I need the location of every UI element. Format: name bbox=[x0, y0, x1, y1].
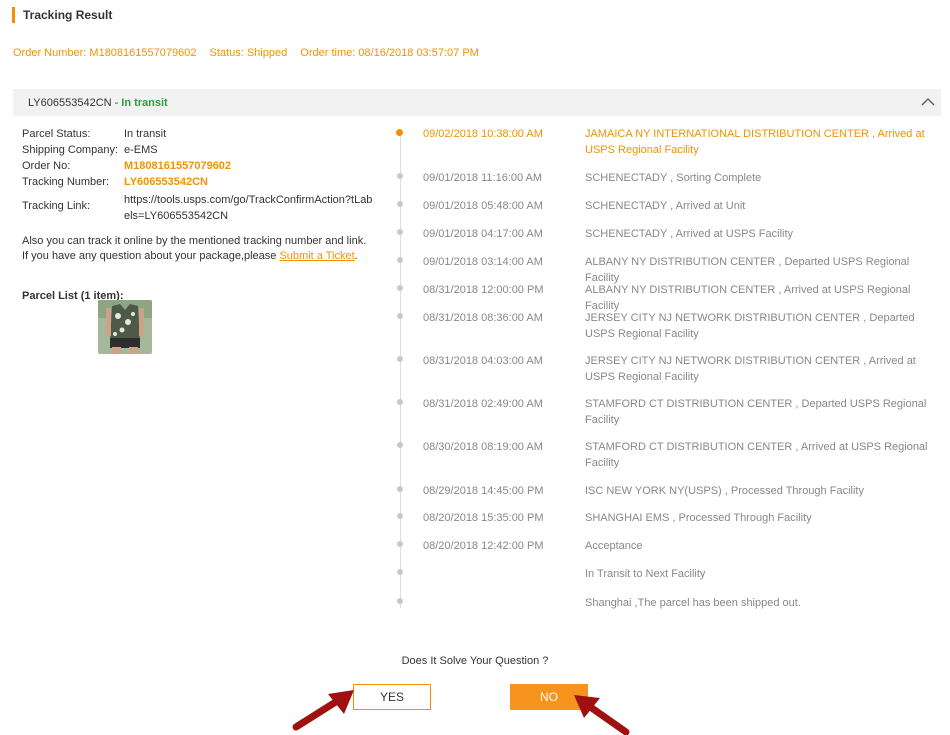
timeline-dot bbox=[397, 229, 403, 235]
event-description: STAMFORD CT DISTRIBUTION CENTER , Arrive… bbox=[585, 441, 928, 469]
order-summary: Order Number: M1808161557079602 Status: … bbox=[13, 47, 489, 59]
event-time: 09/01/2018 04:17:00 AM bbox=[423, 228, 543, 240]
swimsuit-image bbox=[98, 300, 152, 354]
note-line: Also you can track it online by the ment… bbox=[22, 235, 367, 247]
event-time: 08/31/2018 02:49:00 AM bbox=[423, 398, 543, 410]
event-time: 08/29/2018 14:45:00 PM bbox=[423, 485, 544, 497]
timeline-dot bbox=[397, 257, 403, 263]
event-description: Shanghai ,The parcel has been shipped ou… bbox=[585, 597, 801, 609]
event-description: JERSEY CITY NJ NETWORK DISTRIBUTION CENT… bbox=[585, 355, 916, 383]
event-time: 09/01/2018 05:48:00 AM bbox=[423, 200, 543, 212]
timeline-dot bbox=[397, 486, 403, 492]
title-accent-bar bbox=[12, 7, 15, 23]
info-row-tracking-number: Tracking Number: LY606553542CN bbox=[22, 174, 382, 190]
note-line: If you have any question about your pack… bbox=[22, 249, 382, 264]
timeline-dot bbox=[397, 399, 403, 405]
event-time: 09/01/2018 11:16:00 AM bbox=[423, 172, 543, 184]
event-description: SCHENECTADY , Arrived at USPS Facility bbox=[585, 228, 794, 240]
timeline-dot bbox=[397, 541, 403, 547]
order-number: Order Number: M1808161557079602 bbox=[13, 47, 197, 59]
parcel-separator: - bbox=[114, 96, 119, 109]
red-arrow-icon bbox=[292, 690, 354, 731]
parcel-list-title: Parcel List (1 item): bbox=[22, 290, 124, 302]
info-label: Shipping Company: bbox=[22, 144, 119, 156]
event-time: 08/20/2018 15:35:00 PM bbox=[423, 512, 544, 524]
event-description: STAMFORD CT DISTRIBUTION CENTER , Depart… bbox=[585, 398, 927, 426]
info-value: e-EMS bbox=[124, 144, 158, 156]
info-value: In transit bbox=[124, 128, 167, 140]
timeline-dot bbox=[397, 173, 403, 179]
note-end: . bbox=[354, 250, 358, 262]
parcel-info: Parcel Status: In transit Shipping Compa… bbox=[22, 126, 382, 354]
tracking-note: Also you can track it online by the ment… bbox=[22, 234, 382, 264]
page-title-bar: Tracking Result bbox=[12, 7, 112, 23]
note-text: If you have any question about your pack… bbox=[22, 250, 277, 262]
info-row-tracking-link: Tracking Link: https://tools.usps.com/go… bbox=[22, 192, 382, 224]
info-row-parcel-status: Parcel Status: In transit bbox=[22, 126, 382, 142]
parcel-tracking-id: LY606553542CN bbox=[28, 96, 112, 109]
event-time: 08/31/2018 08:36:00 AM bbox=[423, 312, 543, 324]
event-time: 08/20/2018 12:42:00 PM bbox=[423, 540, 544, 552]
event-description: Acceptance bbox=[585, 540, 643, 552]
feedback-question: Does It Solve Your Question ? bbox=[401, 655, 549, 667]
parcel-header[interactable]: LY606553542CN - In transit bbox=[13, 89, 941, 116]
event-time: 09/01/2018 03:14:00 AM bbox=[423, 256, 543, 268]
info-value: M1808161557079602 bbox=[124, 160, 232, 172]
info-row-order-no: Order No: M1808161557079602 bbox=[22, 158, 382, 174]
event-description: In Transit to Next Facility bbox=[585, 568, 706, 580]
red-arrow-icon bbox=[574, 695, 630, 735]
event-description: SHANGHAI EMS , Processed Through Facilit… bbox=[585, 512, 812, 524]
event-description: ISC NEW YORK NY(USPS) , Processed Throug… bbox=[585, 485, 864, 497]
event-time: 08/31/2018 04:03:00 AM bbox=[423, 355, 543, 367]
event-time: 08/30/2018 08:19:00 AM bbox=[423, 441, 543, 453]
tracking-link[interactable]: https://tools.usps.com/go/TrackConfirmAc… bbox=[124, 192, 374, 224]
chevron-up-icon[interactable] bbox=[921, 95, 935, 109]
info-label: Tracking Link: bbox=[22, 200, 91, 212]
timeline-dot bbox=[396, 129, 403, 136]
timeline-dot bbox=[397, 569, 403, 575]
submit-ticket-link[interactable]: Submit a Ticket bbox=[279, 250, 354, 262]
timeline-dot bbox=[397, 442, 403, 448]
event-description: SCHENECTADY , Arrived at Unit bbox=[585, 200, 746, 212]
timeline-dot bbox=[397, 313, 403, 319]
page-title: Tracking Result bbox=[23, 8, 113, 22]
event-description: SCHENECTADY , Sorting Complete bbox=[585, 172, 762, 184]
timeline-dot bbox=[397, 285, 403, 291]
info-label: Parcel Status: bbox=[22, 128, 91, 140]
timeline-dot bbox=[397, 356, 403, 362]
info-value: LY606553542CN bbox=[124, 176, 208, 188]
timeline-dot bbox=[397, 513, 403, 519]
timeline-dot bbox=[397, 598, 403, 604]
order-time: Order time: 08/16/2018 03:57:07 PM bbox=[300, 47, 479, 59]
yes-button[interactable]: YES bbox=[353, 684, 431, 710]
event-time: 08/31/2018 12:00:00 PM bbox=[423, 284, 544, 296]
event-description: JAMAICA NY INTERNATIONAL DISTRIBUTION CE… bbox=[585, 128, 925, 156]
info-label: Order No: bbox=[22, 160, 71, 172]
info-row-shipping-company: Shipping Company: e-EMS bbox=[22, 142, 382, 158]
order-status: Status: Shipped bbox=[209, 47, 288, 59]
info-label: Tracking Number: bbox=[22, 176, 110, 188]
product-thumbnail[interactable] bbox=[98, 300, 152, 354]
timeline-dot bbox=[397, 201, 403, 207]
event-description: JERSEY CITY NJ NETWORK DISTRIBUTION CENT… bbox=[585, 312, 915, 340]
parcel-status: In transit bbox=[121, 96, 168, 109]
event-time: 09/02/2018 10:38:00 AM bbox=[423, 128, 543, 140]
